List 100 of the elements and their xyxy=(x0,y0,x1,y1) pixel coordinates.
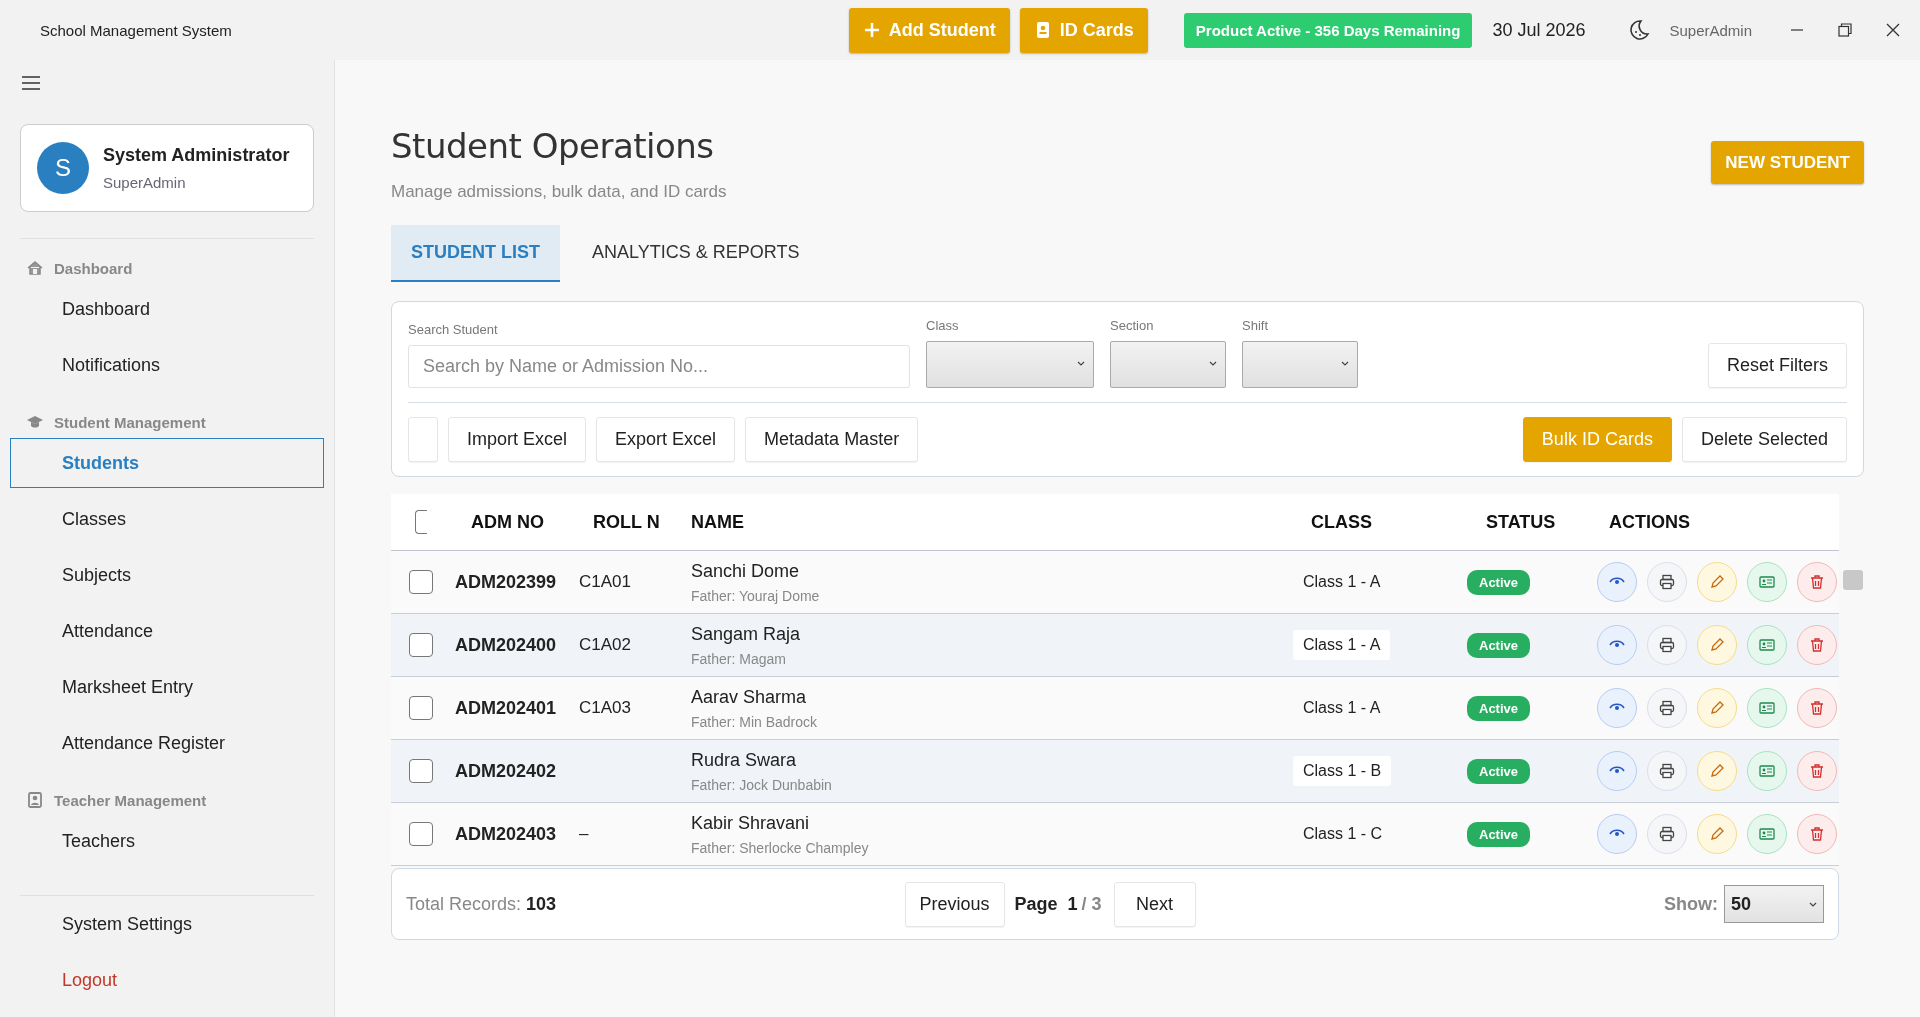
sidebar-item[interactable]: Dashboard xyxy=(10,284,324,334)
toolbar-button[interactable]: Import Excel xyxy=(448,417,587,462)
search-field[interactable]: Search by Name or Admission No... xyxy=(408,345,910,388)
printer-icon xyxy=(1659,763,1675,779)
eye-button[interactable] xyxy=(1597,562,1637,602)
id-card-button[interactable] xyxy=(1747,751,1787,791)
id-card-icon xyxy=(1759,700,1775,716)
column-header: ACTIONS xyxy=(1608,511,1691,533)
admission-number: ADM202401 xyxy=(455,697,558,719)
eye-button[interactable] xyxy=(1597,625,1637,665)
profile-role: SuperAdmin xyxy=(103,174,187,191)
id-badge-icon xyxy=(26,791,44,809)
roll-number: – xyxy=(579,824,590,844)
previous-button[interactable]: Previous xyxy=(904,881,1005,927)
avatar: S xyxy=(37,142,89,194)
page-title: Student Operations xyxy=(391,126,715,166)
student-name: Rudra Swara xyxy=(691,749,798,771)
sidebar-item[interactable]: Notifications xyxy=(10,340,324,390)
page-subtitle: Manage admissions, bulk data, and ID cards xyxy=(391,182,727,202)
trash-button[interactable] xyxy=(1797,751,1837,791)
trash-button[interactable] xyxy=(1797,625,1837,665)
printer-button[interactable] xyxy=(1647,562,1687,602)
id-card-button[interactable] xyxy=(1747,814,1787,854)
trash-icon xyxy=(1809,574,1825,590)
eye-button[interactable] xyxy=(1597,814,1637,854)
student-name: Sangam Raja xyxy=(691,623,802,645)
next-button[interactable]: Next xyxy=(1113,881,1196,927)
dropdown[interactable] xyxy=(1110,341,1226,388)
toolbar-button[interactable]: Export Excel xyxy=(596,417,736,462)
sidebar-item[interactable]: Classes xyxy=(10,494,324,544)
father-name: Father: Sherlocke Champley xyxy=(691,839,870,856)
trash-button[interactable] xyxy=(1797,688,1837,728)
sidebar-item[interactable]: Marksheet Entry xyxy=(10,662,324,712)
column-header: CLASS xyxy=(1310,511,1373,533)
restore-icon[interactable] xyxy=(1838,23,1852,37)
trash-button[interactable] xyxy=(1797,562,1837,602)
father-name: Father: Jock Dunbabin xyxy=(691,776,833,793)
pencil-icon xyxy=(1709,826,1725,842)
dropdown[interactable] xyxy=(1242,341,1358,388)
row-checkbox[interactable] xyxy=(409,696,433,720)
father-name: Father: Magam xyxy=(691,650,787,667)
column-header: NAME xyxy=(691,511,745,533)
license-status-badge: Product Active - 356 Days Remaining xyxy=(1183,12,1473,48)
row-checkbox[interactable] xyxy=(409,570,433,594)
page-label: Page xyxy=(1014,893,1058,915)
menu-icon[interactable] xyxy=(22,76,40,90)
printer-button[interactable] xyxy=(1647,688,1687,728)
status-badge: Active xyxy=(1467,758,1531,784)
close-icon[interactable] xyxy=(1886,23,1900,37)
printer-button[interactable] xyxy=(1647,625,1687,665)
toolbar-button[interactable]: Metadata Master xyxy=(745,417,919,462)
page-size-dropdown[interactable]: 50 xyxy=(1724,885,1824,923)
column-header: ADM NO xyxy=(470,511,545,533)
sidebar-item[interactable]: Students xyxy=(10,438,324,488)
id-card-icon xyxy=(1759,763,1775,779)
moon-icon[interactable] xyxy=(1627,18,1652,42)
plus-icon xyxy=(862,21,881,39)
logout-item[interactable]: Logout xyxy=(10,955,324,1005)
roll-number: C1A02 xyxy=(579,635,632,655)
tab[interactable]: ANALYTICS & REPORTS xyxy=(572,225,820,282)
eye-button[interactable] xyxy=(1597,751,1637,791)
printer-button[interactable] xyxy=(1647,751,1687,791)
column-header: STATUS xyxy=(1485,511,1557,533)
sidebar-item[interactable]: Subjects xyxy=(10,550,324,600)
delete-selected-button[interactable]: Delete Selected xyxy=(1681,417,1847,462)
class-label: Class 1 - C xyxy=(1302,824,1384,844)
sidebar-group-label: Teacher Management xyxy=(54,791,207,809)
field-label: Section xyxy=(1110,318,1155,333)
student-name: Sanchi Dome xyxy=(691,560,801,582)
chevron-down-icon xyxy=(1077,361,1085,366)
pencil-icon xyxy=(1709,700,1725,716)
id-card-button[interactable] xyxy=(1747,625,1787,665)
reset-filters-button[interactable]: Reset Filters xyxy=(1707,343,1847,388)
student-name: Kabir Shravani xyxy=(691,812,811,834)
row-checkbox[interactable] xyxy=(409,633,433,657)
id-card-button[interactable] xyxy=(1747,688,1787,728)
tab[interactable]: STUDENT LIST xyxy=(391,225,560,282)
student-name: Aarav Sharma xyxy=(691,686,808,708)
printer-icon xyxy=(1659,637,1675,653)
class-label: Class 1 - A xyxy=(1302,698,1382,718)
id-card-icon xyxy=(1759,637,1775,653)
printer-button[interactable] xyxy=(1647,814,1687,854)
select-all-checkbox[interactable] xyxy=(415,510,427,534)
sidebar-item[interactable]: System Settings xyxy=(10,899,324,949)
id-card-button[interactable] xyxy=(1747,562,1787,602)
sidebar-item[interactable]: Attendance xyxy=(10,606,324,656)
row-checkbox[interactable] xyxy=(409,759,433,783)
trash-button[interactable] xyxy=(1797,814,1837,854)
father-name: Father: Min Badrock xyxy=(691,713,819,730)
trash-icon xyxy=(1809,826,1825,842)
trash-icon xyxy=(1809,763,1825,779)
show-label: Show: xyxy=(1664,893,1718,915)
scroll-thumb[interactable] xyxy=(1843,570,1863,590)
row-checkbox[interactable] xyxy=(409,822,433,846)
sidebar-item[interactable]: Attendance Register xyxy=(10,718,324,768)
roll-number: C1A03 xyxy=(579,698,632,718)
sidebar-item[interactable]: Teachers xyxy=(10,816,324,866)
status-badge: Active xyxy=(1467,695,1531,721)
dropdown[interactable] xyxy=(926,341,1094,388)
eye-button[interactable] xyxy=(1597,688,1637,728)
